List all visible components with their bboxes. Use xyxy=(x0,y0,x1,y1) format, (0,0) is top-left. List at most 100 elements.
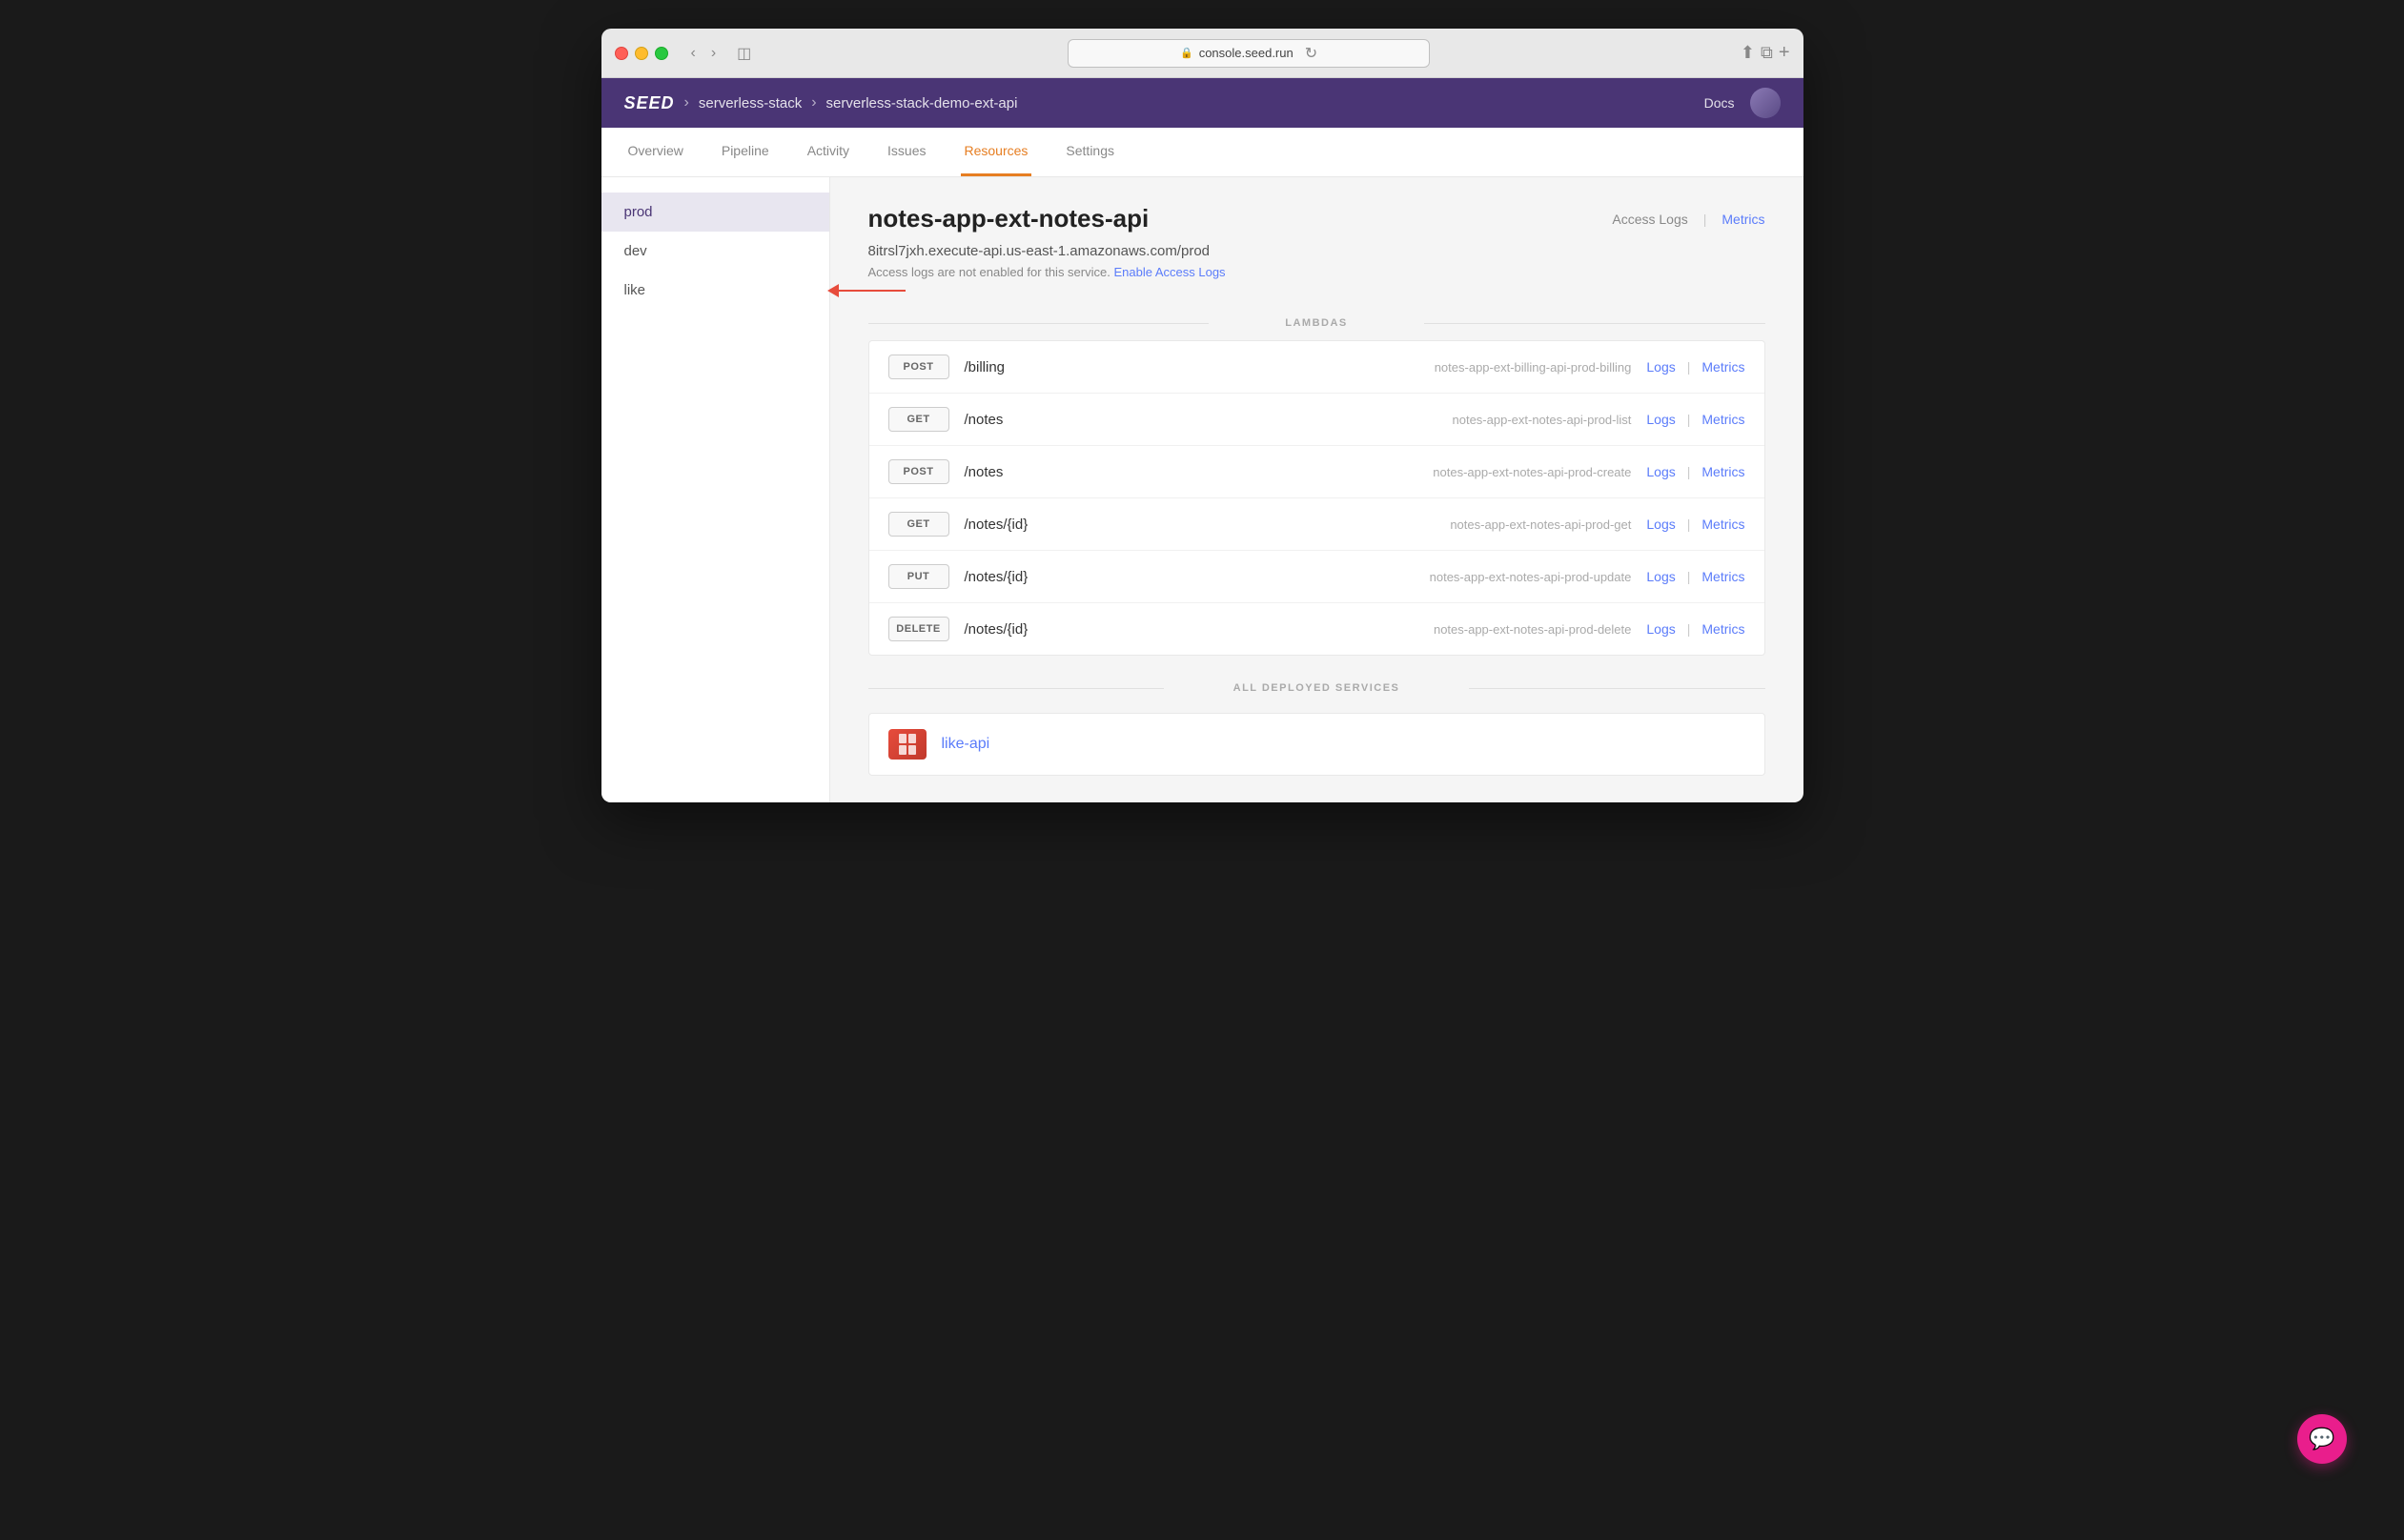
service-header-row: notes-app-ext-notes-api 8itrsl7jxh.execu… xyxy=(868,204,1765,298)
tab-resources[interactable]: Resources xyxy=(961,128,1032,176)
service-card-like-api[interactable]: like-api xyxy=(868,713,1765,776)
lambda-name-billing: notes-app-ext-billing-api-prod-billing xyxy=(1196,360,1631,375)
access-logs-notice: Access logs are not enabled for this ser… xyxy=(868,265,1613,279)
lambda-actions-billing: Logs | Metrics xyxy=(1646,359,1744,375)
action-divider: | xyxy=(1703,212,1707,227)
main-content: prod dev like notes-app-ext-no xyxy=(601,177,1803,802)
close-button[interactable] xyxy=(615,47,628,60)
deployed-services-header: ALL DEPLOYED SERVICES xyxy=(868,682,1765,694)
avatar-image xyxy=(1750,88,1781,118)
address-bar: 🔒 console.seed.run ↻ xyxy=(766,39,1731,68)
content-area: notes-app-ext-notes-api 8itrsl7jxh.execu… xyxy=(830,177,1803,802)
lambda-actions-notes-id-delete: Logs | Metrics xyxy=(1646,621,1744,637)
metrics-button[interactable]: Metrics xyxy=(1722,212,1764,227)
metrics-link-billing[interactable]: Metrics xyxy=(1701,359,1744,375)
lambda-path-billing: /billing xyxy=(965,359,1182,375)
browser-titlebar: ‹ › ◫ 🔒 console.seed.run ↻ ⬆ ⧉ + xyxy=(601,29,1803,78)
breadcrumb-separator-2: › xyxy=(811,94,816,111)
service-header-actions: Access Logs | Metrics xyxy=(1612,204,1764,227)
enable-access-logs-link[interactable]: Enable Access Logs xyxy=(1113,265,1225,279)
lambda-actions-notes-get: Logs | Metrics xyxy=(1646,412,1744,427)
breadcrumb-separator-1: › xyxy=(684,94,689,111)
lambda-row: DELETE /notes/{id} notes-app-ext-notes-a… xyxy=(869,603,1764,655)
lambdas-table: POST /billing notes-app-ext-billing-api-… xyxy=(868,340,1765,656)
method-badge-get-notes-id: GET xyxy=(888,512,949,537)
tab-settings[interactable]: Settings xyxy=(1062,128,1118,176)
tab-issues[interactable]: Issues xyxy=(884,128,929,176)
lambda-name-notes-update: notes-app-ext-notes-api-prod-update xyxy=(1196,570,1631,584)
lambda-path-notes-get: /notes xyxy=(965,412,1182,428)
red-arrow-annotation xyxy=(828,284,906,297)
method-badge-post-notes: POST xyxy=(888,459,949,484)
logs-link-billing[interactable]: Logs xyxy=(1646,359,1675,375)
lambda-path-notes-id-delete: /notes/{id} xyxy=(965,621,1182,638)
nav-tabs: Overview Pipeline Activity Issues Resour… xyxy=(601,128,1803,177)
method-badge-put-notes-id: PUT xyxy=(888,564,949,589)
browser-actions: ⬆ ⧉ + xyxy=(1741,42,1790,64)
logs-link-notes-id-delete[interactable]: Logs xyxy=(1646,621,1675,637)
lambda-actions-notes-id-get: Logs | Metrics xyxy=(1646,517,1744,532)
metrics-link-notes-id-get[interactable]: Metrics xyxy=(1701,517,1744,532)
back-button[interactable]: ‹ xyxy=(685,43,702,64)
lambda-path-notes-id-put: /notes/{id} xyxy=(965,569,1182,585)
sidebar-toggle-button[interactable]: ◫ xyxy=(731,42,757,65)
lambda-actions-notes-id-put: Logs | Metrics xyxy=(1646,569,1744,584)
logs-link-notes-post[interactable]: Logs xyxy=(1646,464,1675,479)
app-header: SEED › serverless-stack › serverless-sta… xyxy=(601,78,1803,128)
chat-icon: 💬 xyxy=(2309,1427,2334,1451)
method-badge-post-billing: POST xyxy=(888,355,949,379)
metrics-link-notes-id-delete[interactable]: Metrics xyxy=(1701,621,1744,637)
url-text: console.seed.run xyxy=(1199,46,1294,60)
breadcrumb-serverless-stack[interactable]: serverless-stack xyxy=(699,95,802,111)
docs-link[interactable]: Docs xyxy=(1704,95,1735,111)
sidebar-item-prod[interactable]: prod xyxy=(601,192,829,232)
service-url: 8itrsl7jxh.execute-api.us-east-1.amazona… xyxy=(868,243,1613,259)
service-header-info: notes-app-ext-notes-api 8itrsl7jxh.execu… xyxy=(868,204,1613,298)
breadcrumb-app[interactable]: serverless-stack-demo-ext-api xyxy=(826,95,1018,111)
metrics-link-notes-id-put[interactable]: Metrics xyxy=(1701,569,1744,584)
app-header-right: Docs xyxy=(1704,88,1781,118)
lambda-row: POST /billing notes-app-ext-billing-api-… xyxy=(869,341,1764,394)
sidebar-item-dev[interactable]: dev xyxy=(601,232,829,271)
url-input[interactable]: 🔒 console.seed.run ↻ xyxy=(1068,39,1430,68)
tab-pipeline[interactable]: Pipeline xyxy=(718,128,773,176)
logs-link-notes-id-put[interactable]: Logs xyxy=(1646,569,1675,584)
chat-button[interactable]: 💬 xyxy=(2297,1414,2347,1464)
nav-buttons: ‹ › xyxy=(685,43,723,64)
lambda-row: POST /notes notes-app-ext-notes-api-prod… xyxy=(869,446,1764,498)
lambda-path-notes-id-get: /notes/{id} xyxy=(965,517,1182,533)
logs-link-notes-get[interactable]: Logs xyxy=(1646,412,1675,427)
new-tab-button[interactable]: + xyxy=(1779,42,1790,64)
tab-activity[interactable]: Activity xyxy=(804,128,853,176)
logs-link-notes-id-get[interactable]: Logs xyxy=(1646,517,1675,532)
sidebar: prod dev like xyxy=(601,177,830,802)
sidebar-item-like[interactable]: like xyxy=(601,271,829,310)
metrics-link-notes-post[interactable]: Metrics xyxy=(1701,464,1744,479)
arrow-line xyxy=(839,290,906,292)
lambda-actions-notes-post: Logs | Metrics xyxy=(1646,464,1744,479)
share-button[interactable]: ⬆ xyxy=(1741,43,1755,63)
tab-overview[interactable]: Overview xyxy=(624,128,687,176)
metrics-link-notes-get[interactable]: Metrics xyxy=(1701,412,1744,427)
lambda-name-notes-create: notes-app-ext-notes-api-prod-create xyxy=(1196,465,1631,479)
service-card-icon xyxy=(888,729,927,760)
access-logs-button[interactable]: Access Logs xyxy=(1612,212,1687,227)
maximize-button[interactable] xyxy=(655,47,668,60)
seed-logo[interactable]: SEED xyxy=(624,93,675,113)
browser-window: ‹ › ◫ 🔒 console.seed.run ↻ ⬆ ⧉ + SEED › … xyxy=(601,29,1803,802)
lambda-row: GET /notes/{id} notes-app-ext-notes-api-… xyxy=(869,498,1764,551)
lambda-name-notes-list: notes-app-ext-notes-api-prod-list xyxy=(1196,413,1631,427)
traffic-lights xyxy=(615,47,668,60)
minimize-button[interactable] xyxy=(635,47,648,60)
lambda-row: GET /notes notes-app-ext-notes-api-prod-… xyxy=(869,394,1764,446)
service-card-name[interactable]: like-api xyxy=(942,736,990,753)
app-header-left: SEED › serverless-stack › serverless-sta… xyxy=(624,93,1018,113)
method-badge-get-notes: GET xyxy=(888,407,949,432)
service-title: notes-app-ext-notes-api xyxy=(868,204,1613,233)
tab-overview-button[interactable]: ⧉ xyxy=(1761,43,1773,63)
refresh-button[interactable]: ↻ xyxy=(1305,44,1317,63)
sidebar-item-like-container: like xyxy=(601,271,829,310)
avatar[interactable] xyxy=(1750,88,1781,118)
lambda-row: PUT /notes/{id} notes-app-ext-notes-api-… xyxy=(869,551,1764,603)
forward-button[interactable]: › xyxy=(705,43,722,64)
